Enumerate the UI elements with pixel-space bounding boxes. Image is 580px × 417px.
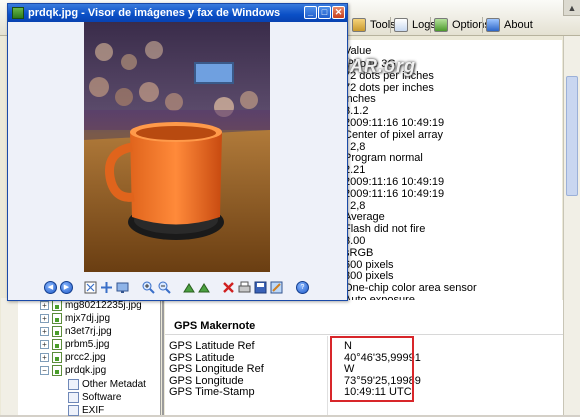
- tree-item[interactable]: + prcc2.jpg: [40, 351, 106, 364]
- options-label: Options: [452, 19, 490, 31]
- previous-icon[interactable]: ◀: [44, 281, 57, 294]
- tree-item-label: prbm5.jpg: [65, 339, 110, 350]
- vertical-scrollbar[interactable]: [563, 36, 580, 415]
- tree-expander-icon[interactable]: +: [40, 353, 49, 362]
- logs-icon: [394, 18, 408, 32]
- viewer-toolbar: ◀ ▶ ?: [8, 277, 347, 299]
- about-button[interactable]: About: [486, 17, 533, 33]
- image-file-icon: [52, 326, 62, 337]
- tools-label: Tools: [370, 19, 396, 31]
- image-viewer-window[interactable]: prdqk.jpg - Visor de imágenes y fax de W…: [7, 3, 348, 301]
- pane-splitter[interactable]: [162, 298, 164, 415]
- image-file-icon: [52, 300, 62, 311]
- help-icon[interactable]: ?: [296, 281, 309, 294]
- about-icon: [486, 18, 500, 32]
- tree-expander-icon[interactable]: +: [40, 301, 49, 310]
- tree-expander-icon[interactable]: +: [40, 340, 49, 349]
- value-line: Center of pixel array: [344, 129, 444, 141]
- tree-child-label: Other Metadat: [82, 379, 146, 390]
- tree-item-label: prdqk.jpg: [65, 365, 107, 376]
- image-file-icon: [52, 365, 62, 376]
- tree-item-label: mjx7dj.jpg: [65, 313, 111, 324]
- scroll-up-arrow[interactable]: ▲: [563, 0, 580, 16]
- value-line: 2009:11:16 10:49:19: [344, 188, 445, 200]
- value-line: One-chip color area sensor: [344, 282, 477, 294]
- image-file-icon: [52, 352, 62, 363]
- tree-child-item[interactable]: Software: [68, 391, 121, 404]
- minimize-button[interactable]: _: [304, 6, 317, 19]
- tree-item[interactable]: + prbm5.jpg: [40, 338, 109, 351]
- toolbar-separator: [430, 17, 431, 33]
- zoom-in-icon[interactable]: [142, 281, 155, 294]
- value-line: inches: [344, 93, 376, 105]
- viewer-titlebar[interactable]: prdqk.jpg - Visor de imágenes y fax de W…: [8, 4, 347, 22]
- viewer-app-icon: [12, 7, 24, 19]
- value-line: 800 pixels: [344, 270, 394, 282]
- photo-image: [84, 22, 270, 272]
- image-file-icon: [52, 339, 62, 350]
- tree-child-item[interactable]: Other Metadat: [68, 378, 146, 391]
- scrollbar-thumb[interactable]: [566, 76, 578, 196]
- tree-expander-icon[interactable]: +: [40, 314, 49, 323]
- value-line: Average: [344, 211, 385, 223]
- value-line: 2009:11:16 10:49:19: [344, 117, 445, 129]
- zoom-out-icon[interactable]: [158, 281, 171, 294]
- tree-child-label: EXIF: [82, 405, 105, 416]
- tree-item-label: mg80212235j.jpg: [65, 300, 142, 311]
- tree-expander-icon[interactable]: +: [40, 327, 49, 336]
- gps-section-title: GPS Makernote: [174, 320, 256, 332]
- toolbar-separator: [482, 17, 483, 33]
- value-line: Program normal: [344, 152, 423, 164]
- tree-child-label: Software: [82, 392, 122, 403]
- tree-expander-icon[interactable]: −: [40, 366, 49, 375]
- tree-item[interactable]: − prdqk.jpg: [40, 364, 106, 377]
- metadata-node-icon: [68, 392, 79, 403]
- tree-item[interactable]: + n3et7rj.jpg: [40, 325, 112, 338]
- save-icon[interactable]: [254, 281, 267, 294]
- slideshow-icon[interactable]: [116, 281, 129, 294]
- viewer-title: prdqk.jpg - Visor de imágenes y fax de W…: [28, 7, 281, 19]
- gps-label: GPS Longitude Ref: [169, 363, 264, 375]
- toolbar-separator: [390, 17, 391, 33]
- options-icon: [434, 18, 448, 32]
- maximize-button[interactable]: □: [318, 6, 331, 19]
- metadata-node-icon: [68, 379, 79, 390]
- actual-size-icon[interactable]: [100, 281, 113, 294]
- tools-icon: [352, 18, 366, 32]
- tree-child-item[interactable]: EXIF: [68, 404, 104, 417]
- close-button[interactable]: ✕: [332, 6, 345, 19]
- image-file-icon: [52, 313, 62, 324]
- best-fit-icon[interactable]: [84, 281, 97, 294]
- gps-column-divider: [327, 336, 328, 415]
- gps-label: GPS Time-Stamp: [169, 386, 255, 398]
- value-line: 2009:11:16 10:49:19: [344, 176, 445, 188]
- rotate-counterclockwise-icon[interactable]: [198, 281, 211, 294]
- viewer-body: [8, 22, 347, 300]
- edit-icon[interactable]: [270, 281, 283, 294]
- rotate-clockwise-icon[interactable]: [183, 281, 196, 294]
- tree-item[interactable]: + mjx7dj.jpg: [40, 312, 110, 325]
- about-label: About: [504, 19, 533, 31]
- gps-highlight-box: [330, 336, 414, 402]
- gps-label: GPS Latitude Ref: [169, 340, 255, 352]
- logs-label: Logs: [412, 19, 436, 31]
- next-icon[interactable]: ▶: [60, 281, 73, 294]
- tree-item-label: n3et7rj.jpg: [65, 326, 112, 337]
- metadata-node-icon: [68, 405, 79, 416]
- delete-icon[interactable]: [222, 281, 235, 294]
- tree-scrollbar[interactable]: [1, 298, 18, 415]
- print-icon[interactable]: [238, 281, 251, 294]
- value-line: Flash did not fire: [344, 223, 426, 235]
- tree-item-label: prcc2.jpg: [65, 352, 106, 363]
- value-line: sRGB: [344, 247, 374, 259]
- gps-divider: [165, 334, 563, 335]
